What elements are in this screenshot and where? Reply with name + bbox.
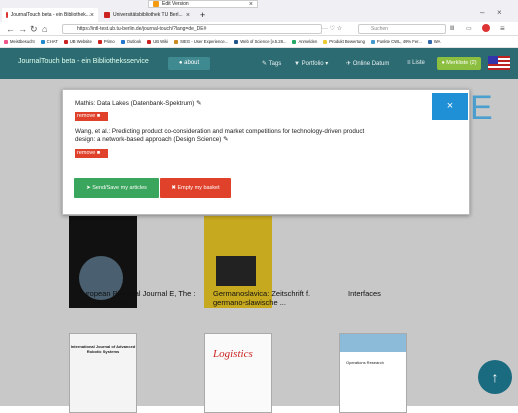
basket-item-title: Mathis: Data Lakes (Datenbank-Spektrum) … <box>75 100 355 108</box>
nav-tags[interactable]: ✎ Tags <box>262 60 281 67</box>
tab-label: JournalTouch beta - ein Bibliothek... <box>10 12 90 18</box>
back-icon[interactable]: ← <box>6 24 15 34</box>
journal-title[interactable]: Interfaces <box>348 289 468 298</box>
basket-item-title: Wang, et al.: Predicting product co-cons… <box>75 128 375 143</box>
minimize-icon[interactable]: – <box>480 8 484 17</box>
list-label: Liste <box>412 60 425 66</box>
bookmark-icon <box>234 39 239 44</box>
about-label: about <box>184 60 200 66</box>
basket-button[interactable]: ● Merkliste (2) <box>437 57 481 70</box>
search-input[interactable]: Suchen <box>358 24 446 34</box>
tab-label: Edit Version <box>162 1 189 7</box>
journal-cover[interactable]: Logistics <box>204 333 272 413</box>
item-title-text: Mathis: Data Lakes (Datenbank-Spektrum) <box>75 100 195 107</box>
app-brand[interactable]: JournalTouch beta - ein Bibliotheksservi… <box>18 58 149 65</box>
basket-modal: × Mathis: Data Lakes (Datenbank-Spektrum… <box>62 89 470 215</box>
online-date-label: Online Datum <box>352 61 390 67</box>
tab-label: Universitätsbibliothek TU Berl... <box>113 12 183 18</box>
bookmark-icon <box>174 39 179 44</box>
remove-button[interactable]: remove ■ <box>75 149 108 158</box>
journal-title[interactable]: Germanoslavica: Zeitschrift f. germano-s… <box>213 289 333 307</box>
window-close-icon[interactable]: × <box>497 8 502 17</box>
bookmark-item[interactable]: Web of Science [v.5.28... <box>234 39 286 44</box>
portfolio-label: Portfolio <box>301 61 324 67</box>
bookmark-item[interactable]: CHAT <box>40 39 58 44</box>
favicon-icon <box>6 12 8 18</box>
url-bar: ← → ↻ ⌂ https://intl-test.ub.tu-berlin.d… <box>0 22 518 36</box>
tab-bar: JournalTouch beta - ein Bibliothek... × … <box>0 0 518 22</box>
send-save-button[interactable]: ➤ Send/Save my articles <box>74 178 159 198</box>
bookmark-icon <box>63 39 68 44</box>
pencil-icon[interactable]: ✎ <box>223 136 228 143</box>
cover-title: Operations Research <box>346 360 384 365</box>
empty-basket-button[interactable]: ✖ Empty my basket <box>160 178 231 198</box>
basket-label: Merkliste (2) <box>446 60 477 66</box>
tab-journaltouch[interactable]: JournalTouch beta - ein Bibliothek... × <box>2 8 98 22</box>
home-icon[interactable]: ⌂ <box>42 24 47 34</box>
page-actions[interactable]: ··· ♡ ☆ <box>322 25 342 32</box>
sidebar-icon[interactable]: ▭ <box>466 25 472 32</box>
address-input[interactable]: https://intl-test.ub.tu-berlin.de/journa… <box>62 24 322 34</box>
nav-online-date[interactable]: ✈ Online Datum <box>346 60 389 67</box>
bookmarks-bar: Meistbesucht CHAT UB Website Primo Outlo… <box>0 36 518 48</box>
nav-portfolio[interactable]: ▼ Portfolio ▾ <box>294 60 328 67</box>
close-tab-icon[interactable]: × <box>249 1 253 7</box>
cover-art <box>216 256 256 286</box>
browser-window: JournalTouch beta - ein Bibliothek... × … <box>0 0 518 413</box>
bookmark-item[interactable]: WA <box>427 39 440 44</box>
journal-cover[interactable]: Operations Research <box>339 333 407 413</box>
app-navbar: JournalTouch beta - ein Bibliotheksservi… <box>0 48 518 79</box>
bookmark-icon <box>292 39 297 44</box>
remove-icon: ■ <box>96 150 101 156</box>
bookmark-item[interactable]: UB Website <box>63 39 92 44</box>
nav-list[interactable]: ≡ Liste <box>407 60 425 66</box>
bookmark-item[interactable]: Primo <box>97 39 115 44</box>
forward-icon[interactable]: → <box>18 24 27 34</box>
cover-title: International Journal of Advanced Roboti… <box>70 344 136 354</box>
pencil-icon[interactable]: ✎ <box>196 100 201 107</box>
tags-label: Tags <box>268 61 282 67</box>
bookmark-icon <box>427 39 432 44</box>
bookmark-item[interactable]: Anmelden <box>292 39 317 44</box>
remove-icon: ■ <box>96 113 101 119</box>
bookmark-item[interactable]: Punkte CWL, 49% Fer... <box>370 39 422 44</box>
bookmark-icon <box>147 39 152 44</box>
bookmark-item[interactable]: Meistbesucht <box>4 39 35 44</box>
us-flag-icon[interactable] <box>488 56 510 70</box>
close-tab-icon[interactable]: × <box>90 12 94 19</box>
remove-label: remove <box>77 113 96 119</box>
tab-edit-version[interactable]: Edit Version × <box>148 0 258 8</box>
close-tab-icon[interactable]: × <box>186 12 190 19</box>
cover-art <box>340 334 406 352</box>
about-button[interactable]: ● about <box>168 57 210 70</box>
library-icon[interactable]: Ⅲ <box>450 25 454 32</box>
new-tab-button[interactable]: + <box>196 8 210 22</box>
close-modal-button[interactable]: × <box>432 93 468 120</box>
journal-cover[interactable]: International Journal of Advanced Roboti… <box>69 333 137 413</box>
partial-heading: E <box>470 89 493 127</box>
profile-icon[interactable] <box>482 24 490 32</box>
remove-button[interactable]: remove ■ <box>75 112 108 121</box>
reload-icon[interactable]: ↻ <box>30 24 38 34</box>
menu-icon[interactable]: ≡ <box>500 24 505 33</box>
favicon-icon <box>104 12 110 18</box>
favicon-icon <box>153 1 159 7</box>
bookmark-icon <box>370 39 375 44</box>
item-title-text: Wang, et al.: Predicting product co-cons… <box>75 128 365 143</box>
bookmark-icon <box>4 39 8 44</box>
search-placeholder: Suchen <box>371 26 388 32</box>
remove-label: remove <box>77 150 96 156</box>
bookmark-icon <box>323 39 328 44</box>
tab-ub[interactable]: Universitätsbibliothek TU Berl... × <box>100 8 194 22</box>
bookmark-icon <box>40 39 45 44</box>
cover-title: Logistics <box>213 348 253 360</box>
bookmark-icon <box>120 39 125 44</box>
bookmark-item[interactable]: Produkt Bewertung <box>323 39 365 44</box>
bookmark-item[interactable]: SIEG - User Experience... <box>174 39 228 44</box>
scroll-top-button[interactable]: ↑ <box>478 360 512 394</box>
bookmark-item[interactable]: Outlook <box>120 39 141 44</box>
bookmark-icon <box>97 39 102 44</box>
journal-title[interactable]: European Physical Journal E, The : Soft … <box>78 289 198 307</box>
bookmark-item[interactable]: UB Wiki <box>147 39 168 44</box>
